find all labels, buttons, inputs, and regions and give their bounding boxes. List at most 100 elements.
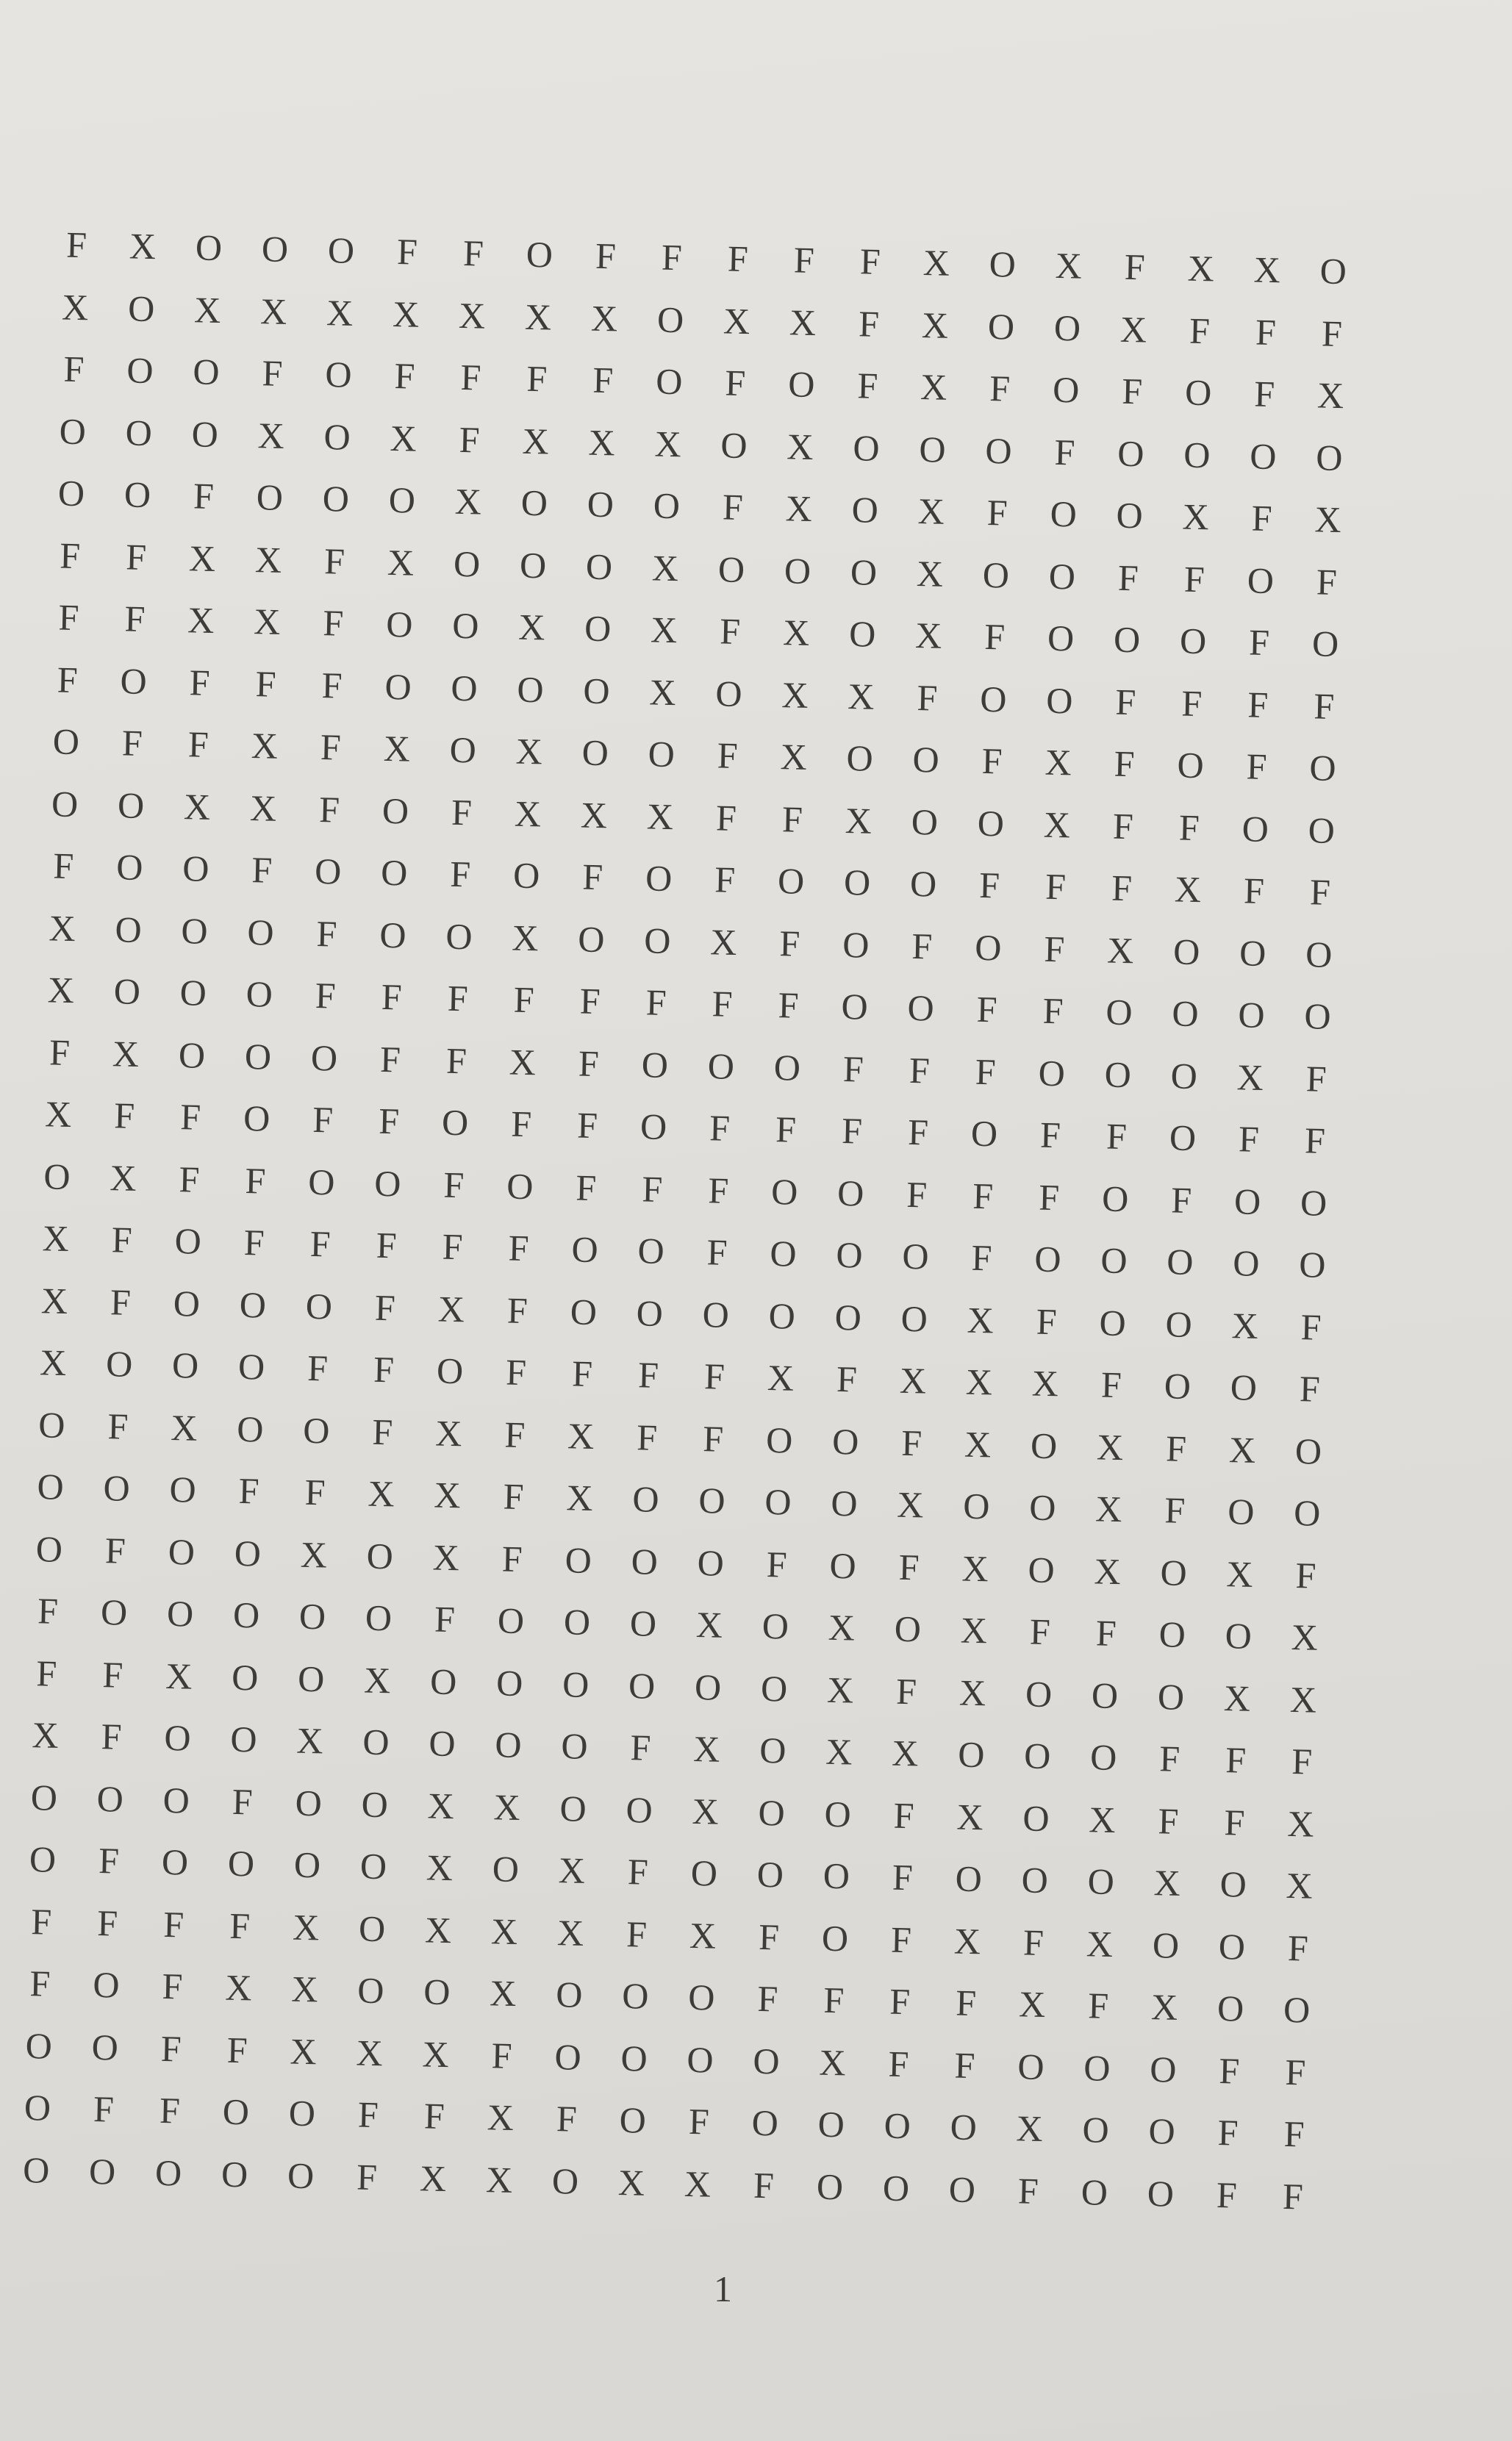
grid-cell: X: [826, 1668, 854, 1711]
grid-cell: O: [307, 1161, 336, 1203]
grid-cell: X: [786, 425, 814, 467]
grid-cell: F: [1313, 685, 1335, 727]
grid-cell: F: [645, 981, 667, 1024]
grid-cell: O: [851, 489, 879, 531]
grid-cell: F: [179, 1096, 201, 1138]
grid-cell: O: [1165, 1303, 1193, 1345]
grid-cell: O: [714, 673, 743, 714]
grid-cell: X: [426, 1846, 454, 1889]
grid-cell: X: [259, 290, 287, 332]
grid-cell: O: [570, 1228, 599, 1271]
grid-cell: O: [1081, 2171, 1108, 2213]
grid-cell: O: [1319, 250, 1347, 293]
grid-cell: F: [57, 596, 79, 639]
grid-cell: O: [358, 1907, 386, 1949]
grid-cell: O: [577, 918, 606, 960]
grid-cell: X: [828, 1607, 856, 1649]
grid-cell: O: [553, 2035, 582, 2078]
grid-cell: F: [1217, 2112, 1239, 2154]
grid-cell: X: [1086, 1922, 1114, 1965]
book-page: FXOOOFFOFFFFFXOXFXXOXOXXXXXXXOXXFXOOXFFF…: [0, 0, 1512, 2441]
grid-cell: O: [1148, 2110, 1176, 2153]
grid-cell: F: [595, 234, 617, 277]
grid-cell: F: [121, 722, 143, 764]
grid-cell: O: [1247, 559, 1275, 601]
grid-cell: O: [1152, 1924, 1180, 1966]
grid-cell: F: [449, 853, 471, 895]
grid-cell: X: [1187, 247, 1215, 290]
grid-cell: F: [381, 976, 403, 1018]
grid-cell: F: [423, 2095, 445, 2137]
grid-cell: F: [706, 1231, 728, 1274]
grid-cell: O: [752, 2040, 781, 2082]
grid-cell: F: [955, 1982, 977, 2024]
grid-cell: X: [1291, 1616, 1319, 1658]
grid-cell: F: [888, 2043, 910, 2085]
grid-cell: O: [621, 1975, 650, 2017]
grid-cell: F: [312, 1099, 334, 1141]
grid-cell: X: [253, 601, 282, 643]
grid-cell: O: [492, 1848, 520, 1890]
grid-cell: F: [322, 602, 344, 644]
grid-cell: F: [1189, 309, 1211, 351]
grid-cell: F: [1309, 871, 1331, 914]
grid-cell: X: [1182, 495, 1210, 538]
grid-cell: F: [626, 1913, 648, 1955]
grid-cell: O: [261, 228, 289, 270]
grid-cell: X: [709, 920, 738, 963]
grid-cell: X: [847, 675, 875, 717]
grid-cell: O: [1113, 618, 1141, 661]
grid-cell: F: [986, 492, 1008, 534]
grid-cell: F: [1106, 1115, 1128, 1158]
grid-cell: O: [166, 1593, 194, 1635]
grid-cell: O: [629, 1602, 657, 1645]
grid-cell: O: [113, 970, 141, 1013]
grid-cell: F: [376, 1225, 398, 1266]
grid-cell: O: [1147, 2172, 1175, 2215]
grid-cell: O: [237, 1346, 265, 1388]
grid-cell: O: [246, 973, 273, 1015]
grid-cell: O: [1169, 1116, 1197, 1159]
grid-cell: O: [901, 1236, 930, 1277]
grid-cell: F: [1164, 1489, 1186, 1532]
grid-cell: F: [1029, 1610, 1051, 1653]
grid-cell: O: [516, 668, 545, 711]
grid-cell: F: [715, 797, 737, 839]
grid-cell: O: [720, 424, 748, 466]
grid-cell: F: [859, 240, 881, 283]
grid-cell: O: [287, 2154, 315, 2197]
grid-cell: X: [1094, 1488, 1123, 1530]
grid-cell: O: [770, 1170, 798, 1213]
grid-cell: F: [315, 975, 337, 1017]
grid-cell: X: [251, 725, 279, 767]
grid-cell: F: [356, 2156, 378, 2198]
grid-cell: O: [1159, 1551, 1188, 1594]
grid-cell: X: [112, 1032, 140, 1075]
grid-cell: O: [831, 1420, 859, 1463]
grid-cell: O: [1311, 623, 1339, 665]
grid-cell: X: [899, 1359, 927, 1402]
grid-cell: X: [1174, 868, 1202, 911]
grid-cell: X: [383, 728, 411, 770]
grid-cell: F: [972, 1175, 994, 1217]
grid-cell: O: [221, 2153, 248, 2196]
grid-cell: F: [841, 1110, 863, 1152]
grid-cell: O: [1087, 1860, 1115, 1903]
grid-cell: F: [29, 1963, 51, 2004]
grid-cell: X: [1316, 374, 1344, 417]
grid-cell: O: [637, 1230, 665, 1272]
grid-cell: O: [773, 1046, 801, 1089]
grid-cell: F: [1243, 870, 1265, 912]
grid-cell: F: [909, 1049, 931, 1092]
grid-cell: O: [1105, 991, 1133, 1033]
grid-cell: X: [292, 1906, 320, 1949]
grid-cell: X: [387, 541, 415, 584]
grid-cell: O: [834, 1296, 862, 1338]
grid-cell: O: [570, 1291, 598, 1333]
grid-cell: F: [1095, 1612, 1117, 1655]
grid-cell: O: [984, 429, 1013, 472]
grid-cell: F: [443, 1164, 465, 1205]
grid-cell: X: [419, 2157, 447, 2199]
grid-cell: F: [1183, 558, 1205, 600]
grid-cell: O: [380, 852, 408, 894]
